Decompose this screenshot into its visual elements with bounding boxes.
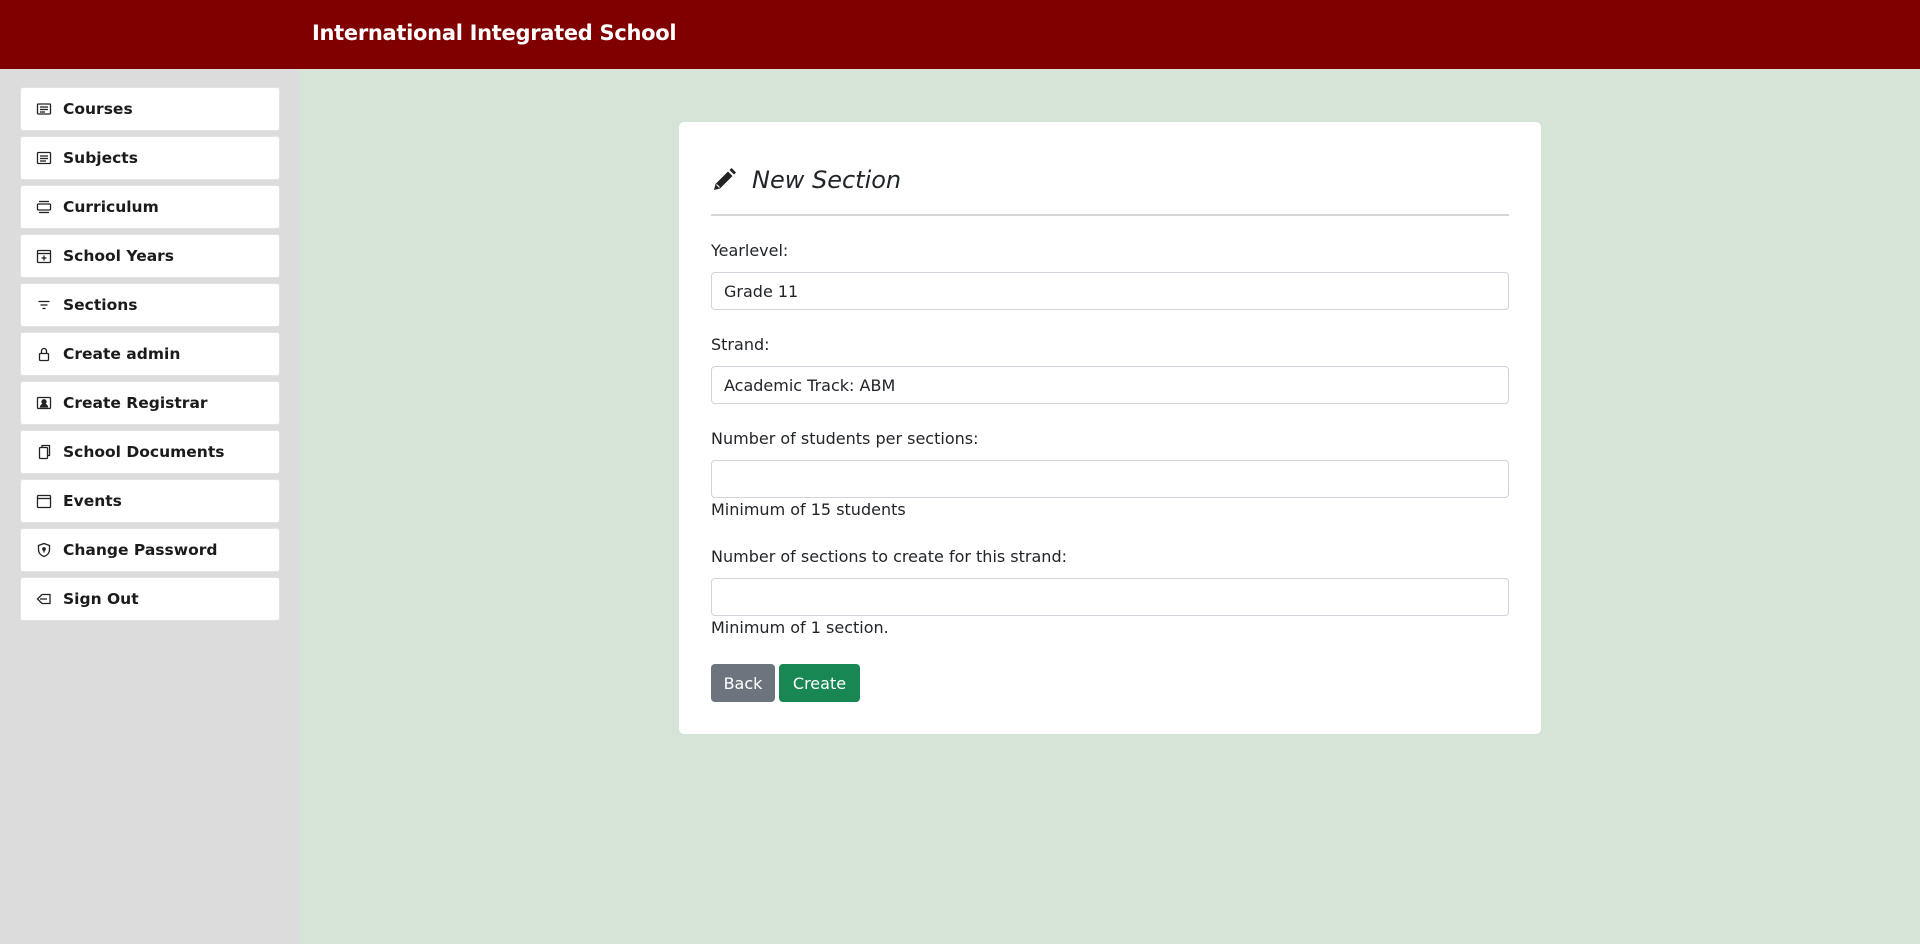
calendar-icon (35, 492, 53, 510)
sign-out-icon (35, 590, 53, 608)
yearlevel-label: Yearlevel: (711, 241, 789, 260)
sidebar-item-label: Subjects (63, 149, 138, 167)
documents-icon (35, 443, 53, 461)
sidebar-item-label: School Years (63, 247, 175, 265)
subjects-icon (35, 149, 53, 167)
sidebar-item-create-admin[interactable]: Create admin (20, 332, 280, 376)
sidebar-item-label: Courses (63, 100, 133, 118)
sections-count-hint: Minimum of 1 section. (711, 618, 889, 637)
sidebar-item-change-password[interactable]: Change Password (20, 528, 280, 572)
pencil-icon (711, 167, 737, 193)
sidebar-item-courses[interactable]: Courses (20, 87, 280, 131)
sidebar-item-school-documents[interactable]: School Documents (20, 430, 280, 474)
sidebar-item-events[interactable]: Events (20, 479, 280, 523)
students-per-section-input[interactable] (711, 460, 1509, 498)
person-badge-icon (35, 394, 53, 412)
create-button[interactable]: Create (779, 664, 860, 702)
lock-icon (35, 345, 53, 363)
filter-icon (35, 296, 53, 314)
curriculum-icon (35, 198, 53, 216)
sidebar-item-label: Change Password (63, 541, 218, 559)
sidebar-item-sign-out[interactable]: Sign Out (20, 577, 280, 621)
shield-icon (35, 541, 53, 559)
sections-count-input[interactable] (711, 578, 1509, 616)
sidebar-item-create-registrar[interactable]: Create Registrar (20, 381, 280, 425)
sidebar-item-label: Create admin (63, 345, 181, 363)
sidebar: Courses Subjects Curriculum School Years… (0, 69, 300, 944)
sidebar-item-subjects[interactable]: Subjects (20, 136, 280, 180)
brand-title: International Integrated School (312, 21, 677, 45)
back-button[interactable]: Back (711, 664, 775, 702)
strand-field[interactable]: Academic Track: ABM (711, 366, 1509, 404)
new-section-card: New Section Yearlevel: Grade 11 Strand: … (679, 122, 1541, 734)
sidebar-item-label: Sections (63, 296, 138, 314)
top-bar: International Integrated School (0, 0, 1920, 69)
calendar-plus-icon (35, 247, 53, 265)
strand-label: Strand: (711, 335, 770, 354)
card-header: New Section (711, 160, 901, 200)
sidebar-item-curriculum[interactable]: Curriculum (20, 185, 280, 229)
card-title: New Section (752, 166, 902, 194)
courses-icon (35, 100, 53, 118)
sections-count-label: Number of sections to create for this st… (711, 547, 1067, 566)
sidebar-item-label: Sign Out (63, 590, 139, 608)
yearlevel-field[interactable]: Grade 11 (711, 272, 1509, 310)
students-per-section-label: Number of students per sections: (711, 429, 979, 448)
students-per-section-hint: Minimum of 15 students (711, 500, 906, 519)
sidebar-item-label: Create Registrar (63, 394, 208, 412)
sidebar-item-label: School Documents (63, 443, 225, 461)
sidebar-item-label: Events (63, 492, 122, 510)
sidebar-item-school-years[interactable]: School Years (20, 234, 280, 278)
sidebar-item-sections[interactable]: Sections (20, 283, 280, 327)
divider (711, 214, 1509, 216)
sidebar-item-label: Curriculum (63, 198, 159, 216)
